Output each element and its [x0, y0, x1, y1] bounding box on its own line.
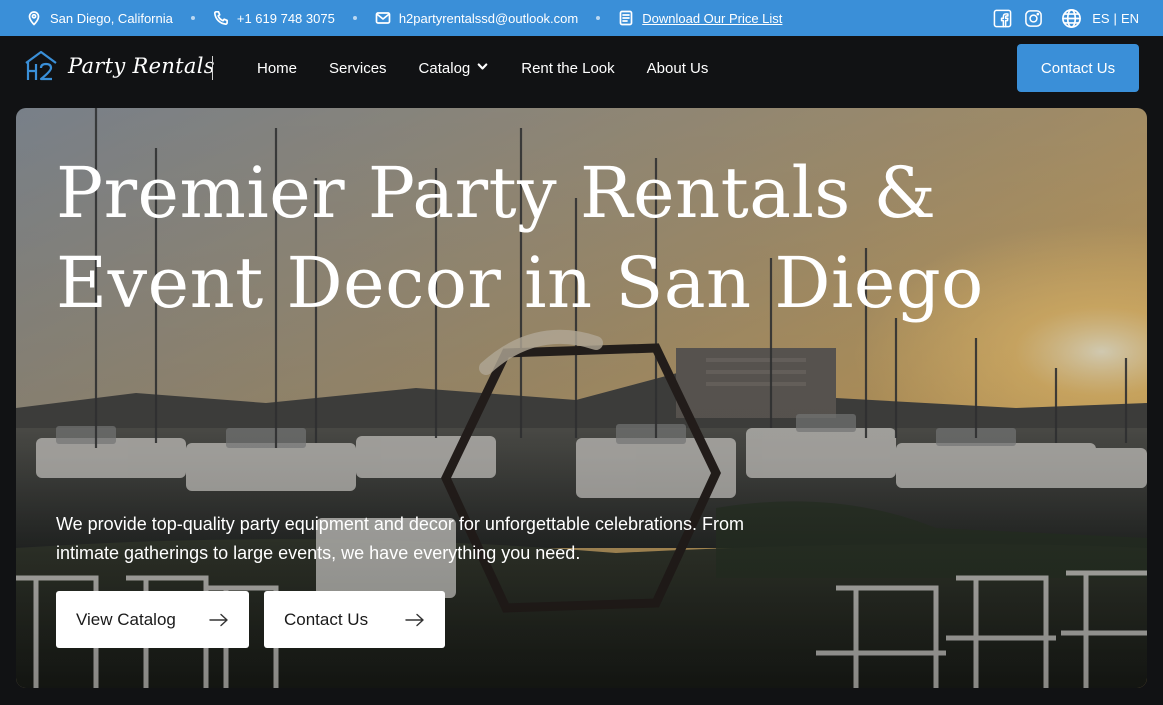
email-icon	[375, 12, 391, 24]
nav-divider	[212, 56, 213, 80]
nav-item-home[interactable]: Home	[257, 60, 297, 77]
main-navigation: Party Rentals Home Services Catalog Rent…	[0, 36, 1163, 100]
separator-dot	[190, 16, 195, 20]
nav-item-catalog[interactable]: Catalog	[419, 60, 490, 77]
topbar-right: ES | EN	[993, 0, 1139, 36]
hero-description-line-2: intimate gatherings to large events, we …	[56, 543, 581, 563]
separator-dot	[596, 16, 601, 20]
language-switcher: ES | EN	[1061, 8, 1139, 29]
hero-contact-label: Contact Us	[284, 609, 369, 629]
logo-text: Party Rentals	[68, 54, 215, 78]
hero-title-line-2: Event Decor in San Diego	[56, 242, 984, 324]
globe-icon	[1062, 8, 1082, 28]
email-info[interactable]: h2partyrentalssd@outlook.com	[375, 10, 578, 26]
nav-item-rent-the-look[interactable]: Rent the Look	[521, 60, 614, 77]
location-text: San Diego, California	[50, 10, 173, 26]
hero-title: Premier Party Rentals & Event Decor in S…	[56, 148, 996, 328]
view-catalog-label: View Catalog	[76, 609, 176, 629]
phone-info[interactable]: +1 619 748 3075	[213, 10, 335, 26]
nav-item-catalog-label: Catalog	[418, 59, 471, 77]
location-pin-icon	[28, 11, 40, 26]
price-list-link[interactable]: Download Our Price List	[642, 11, 782, 26]
hero-contact-button[interactable]: Contact Us	[264, 591, 445, 648]
facebook-icon[interactable]	[993, 9, 1012, 28]
document-icon	[619, 10, 633, 26]
separator-dot	[352, 16, 357, 20]
house-logo-icon	[25, 50, 57, 81]
nav-item-about-us[interactable]: About Us	[647, 60, 709, 77]
hero-description: We provide top-quality party equipment a…	[56, 510, 816, 568]
instagram-icon[interactable]	[1024, 9, 1043, 28]
nav-item-services[interactable]: Services	[329, 60, 387, 77]
hero-description-line-1: We provide top-quality party equipment a…	[56, 514, 745, 534]
hero-section: Premier Party Rentals & Event Decor in S…	[16, 108, 1147, 688]
view-catalog-button[interactable]: View Catalog	[56, 591, 249, 648]
location-info: San Diego, California	[26, 10, 173, 26]
lang-en[interactable]: EN	[1121, 11, 1139, 26]
top-info-bar: San Diego, California +1 619 748 3075 h2…	[0, 0, 1163, 36]
nav-menu: Home Services Catalog Rent the Look Abou…	[257, 36, 708, 100]
hero-title-line-1: Premier Party Rentals &	[56, 152, 937, 234]
phone-icon	[213, 10, 228, 25]
email-text[interactable]: h2partyrentalssd@outlook.com	[399, 11, 578, 26]
lang-es[interactable]: ES	[1092, 11, 1109, 26]
arrow-right-icon	[405, 613, 424, 626]
arrow-right-icon	[209, 613, 228, 626]
chevron-down-icon	[476, 60, 489, 77]
lang-separator: |	[1113, 10, 1117, 26]
price-list-item[interactable]: Download Our Price List	[618, 10, 782, 26]
nav-contact-button[interactable]: Contact Us	[1017, 44, 1139, 92]
site-logo[interactable]: Party Rentals	[24, 50, 215, 82]
phone-text[interactable]: +1 619 748 3075	[237, 11, 335, 26]
